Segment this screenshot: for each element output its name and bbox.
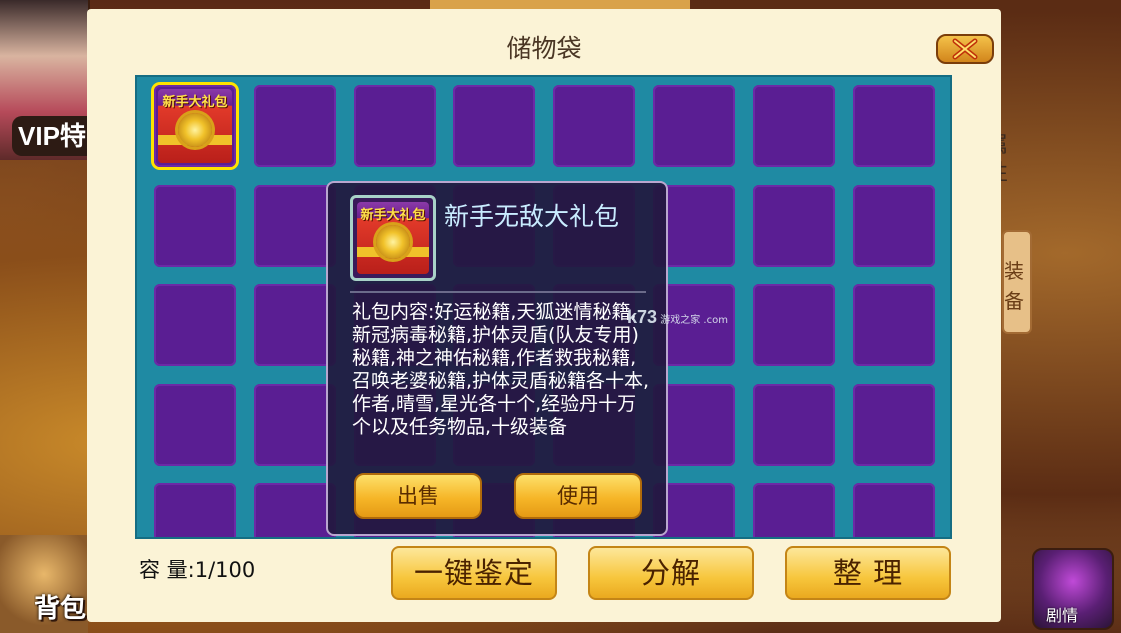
watermark: k73 游戏之家 .com	[627, 307, 728, 328]
inventory-slot[interactable]	[253, 483, 336, 537]
sort-button[interactable]: 整 理	[785, 546, 951, 600]
gift-knot	[376, 224, 410, 259]
inventory-slot[interactable]	[154, 483, 236, 537]
inventory-slot[interactable]	[852, 483, 935, 537]
inventory-slot[interactable]	[752, 483, 835, 537]
inventory-slot[interactable]	[653, 85, 735, 167]
inventory-slot[interactable]	[553, 85, 636, 167]
dialog-title: 储物袋	[506, 34, 582, 63]
inventory-slot[interactable]	[154, 184, 236, 267]
tooltip-item-name: 新手无敌大礼包	[444, 202, 620, 231]
gift-icon-text: 新手大礼包	[162, 95, 228, 110]
equipment-side-label: 装备	[1004, 259, 1024, 313]
inventory-slot[interactable]	[852, 383, 935, 466]
watermark-text: 游戏之家	[660, 315, 701, 326]
inventory-slot[interactable]	[852, 85, 935, 167]
inventory-slot[interactable]	[453, 85, 536, 167]
inventory-slot[interactable]	[253, 184, 336, 267]
identify-all-button[interactable]: 一键鉴定	[391, 546, 557, 600]
tooltip-divider	[350, 291, 646, 293]
vip-label: VIP特	[12, 116, 88, 156]
bag-side-label: 背包	[34, 594, 87, 624]
gift-pack-icon: 新手大礼包	[158, 89, 232, 163]
inventory-slot[interactable]	[154, 383, 236, 466]
gift-knot	[178, 112, 212, 147]
storage-bag-dialog: 储物袋 新手大礼包 新手大礼包 新手无敌大礼包 礼包内容:好运秘籍,天狐迷情秘籍…	[87, 9, 1001, 622]
tooltip-item-icon: 新手大礼包	[350, 195, 436, 281]
watermark-domain: .com	[703, 315, 728, 326]
gift-pack-icon: 新手大礼包	[357, 202, 429, 274]
inventory-slot[interactable]	[253, 383, 336, 466]
inventory-slot[interactable]	[154, 284, 236, 366]
item-tooltip: 新手大礼包 新手无敌大礼包 礼包内容:好运秘籍,天狐迷情秘籍,新冠病毒秘籍,护体…	[326, 181, 668, 536]
inventory-slot[interactable]	[752, 383, 835, 466]
story-button-label: 剧情	[1046, 606, 1079, 625]
use-button[interactable]: 使用	[514, 473, 642, 519]
inventory-slot[interactable]	[353, 85, 436, 167]
inventory-slot[interactable]	[852, 184, 935, 267]
inventory-slot[interactable]	[253, 85, 336, 167]
gift-icon-text: 新手大礼包	[360, 208, 426, 223]
inventory-slot[interactable]	[752, 184, 835, 267]
inventory-slot[interactable]	[752, 284, 835, 366]
watermark-logo: k73	[627, 307, 658, 327]
close-x-icon	[952, 38, 978, 60]
inventory-slot[interactable]	[852, 284, 935, 366]
sell-button[interactable]: 出售	[354, 473, 482, 519]
inventory-slot[interactable]: 新手大礼包	[154, 85, 236, 167]
inventory-slot[interactable]	[253, 284, 336, 366]
tooltip-description: 礼包内容:好运秘籍,天狐迷情秘籍,新冠病毒秘籍,护体灵盾(队友专用)秘籍,神之神…	[352, 301, 650, 438]
decompose-button[interactable]: 分解	[588, 546, 754, 600]
inventory-slot[interactable]	[752, 85, 835, 167]
close-button[interactable]	[936, 34, 994, 64]
capacity-label: 容 量:1/100	[139, 558, 256, 582]
